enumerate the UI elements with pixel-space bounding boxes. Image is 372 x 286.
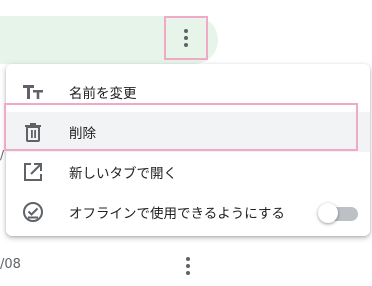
menu-item-label: 名前を変更 xyxy=(69,86,137,102)
offline-toggle[interactable] xyxy=(318,203,360,223)
menu-item-label: 削除 xyxy=(69,126,96,142)
more-vert-icon xyxy=(186,257,190,275)
more-actions-button[interactable] xyxy=(164,16,208,60)
toggle-knob xyxy=(318,203,338,223)
more-actions-button-row2[interactable] xyxy=(176,254,200,278)
row-text-fragment: / xyxy=(0,148,5,162)
file-date-fragment: /08 xyxy=(0,257,21,272)
trash-icon xyxy=(22,121,44,143)
menu-item-rename[interactable]: 名前を変更 xyxy=(6,72,370,112)
menu-item-offline[interactable]: オフラインで使用できるようにする xyxy=(6,192,370,232)
menu-item-label: オフラインで使用できるようにする xyxy=(69,206,285,222)
open-in-new-icon xyxy=(22,161,44,183)
text-format-icon xyxy=(22,81,44,103)
more-vert-icon xyxy=(184,29,188,47)
menu-item-label: 新しいタブで開く xyxy=(69,166,177,182)
menu-item-delete[interactable]: 削除 xyxy=(6,112,370,152)
screen: / /08 名前を変更 削除 新しいタブで開く オフラインで使用できるようにする xyxy=(0,0,372,286)
context-menu: 名前を変更 削除 新しいタブで開く オフラインで使用できるようにする xyxy=(6,64,370,236)
offline-pin-icon xyxy=(22,201,44,223)
menu-item-open-new-tab[interactable]: 新しいタブで開く xyxy=(6,152,370,192)
